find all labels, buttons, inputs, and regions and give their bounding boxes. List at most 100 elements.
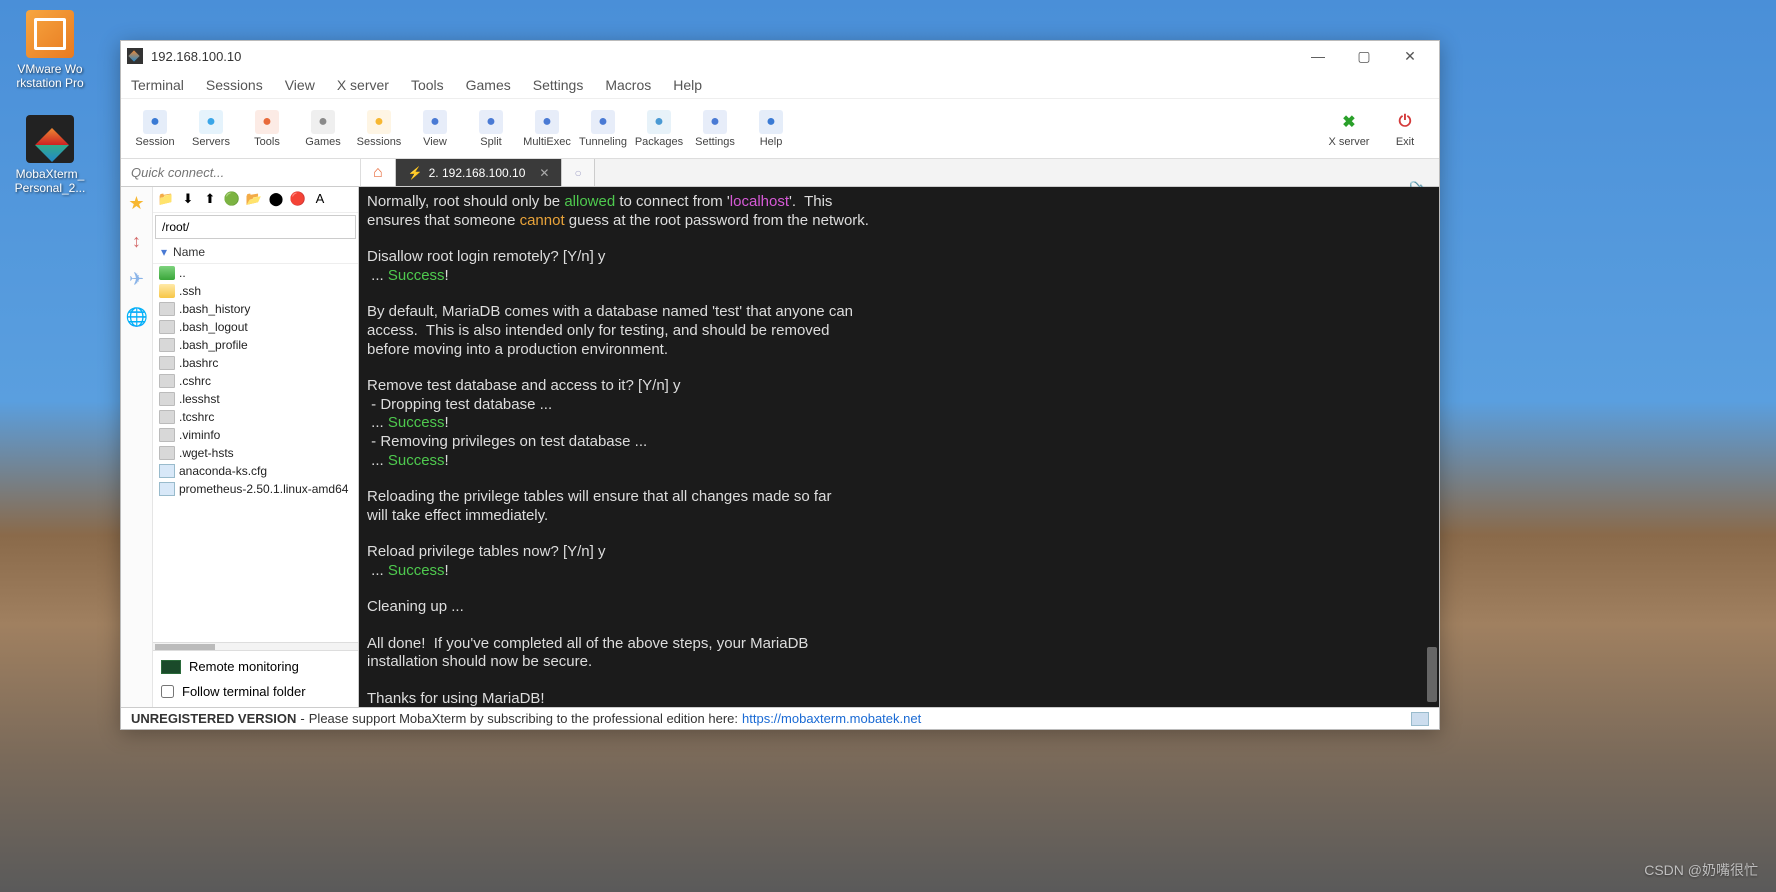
- tab-label: 2. 192.168.100.10: [429, 166, 526, 180]
- fb-item[interactable]: .lesshst: [153, 390, 358, 408]
- toolbar-view-button[interactable]: ●View: [407, 110, 463, 148]
- menubar: Terminal Sessions View X server Tools Ga…: [121, 71, 1439, 99]
- tab-home[interactable]: ⌂: [361, 159, 396, 186]
- fb-tool-icon-3[interactable]: 🟢: [223, 191, 241, 209]
- vmware-icon: [26, 10, 74, 58]
- menu-games[interactable]: Games: [466, 77, 511, 93]
- desktop-icon-label: VMware Wo rkstation Pro: [5, 62, 95, 90]
- statusbar: UNREGISTERED VERSION - Please support Mo…: [121, 707, 1439, 729]
- app-window: 192.168.100.10 — ▢ ✕ Terminal Sessions V…: [120, 40, 1440, 730]
- window-controls: — ▢ ✕: [1295, 42, 1433, 70]
- quick-connect-input[interactable]: [121, 159, 361, 186]
- desktop-icon-label: MobaXterm_ Personal_2...: [5, 167, 95, 195]
- status-monitor-icon[interactable]: [1411, 712, 1429, 726]
- file-icon: [159, 446, 175, 460]
- fb-item[interactable]: .viminfo: [153, 426, 358, 444]
- fb-item-name: .viminfo: [179, 428, 220, 442]
- fb-item[interactable]: anaconda-ks.cfg: [153, 462, 358, 480]
- fb-item-name: .bash_history: [179, 302, 250, 316]
- menu-macros[interactable]: Macros: [605, 77, 651, 93]
- menu-xserver[interactable]: X server: [337, 77, 389, 93]
- fb-item[interactable]: .bash_logout: [153, 318, 358, 336]
- main-area: ★ ↕ ✈ 🌐 📁⬇⬆🟢📂⬤🔴A ▾ Name .. .ssh .bash_hist…: [121, 187, 1439, 707]
- file-icon: [159, 338, 175, 352]
- watermark: CSDN @奶嘴很忙: [1644, 860, 1758, 880]
- fb-tool-icon-0[interactable]: 📁: [157, 191, 175, 209]
- desktop-icon-vmware[interactable]: VMware Wo rkstation Pro: [5, 10, 95, 90]
- titlebar[interactable]: 192.168.100.10 — ▢ ✕: [121, 41, 1439, 71]
- fb-item[interactable]: ..: [153, 264, 358, 282]
- file-icon: [159, 464, 175, 478]
- toolbar-multiexec-button[interactable]: ●MultiExec: [519, 110, 575, 148]
- side-globe-icon[interactable]: 🌐: [126, 307, 148, 329]
- fb-item[interactable]: .wget-hsts: [153, 444, 358, 462]
- desktop-icons: VMware Wo rkstation Pro MobaXterm_ Perso…: [5, 10, 95, 220]
- fb-item-name: .ssh: [179, 284, 201, 298]
- toolbar-games-button[interactable]: ●Games: [295, 110, 351, 148]
- close-button[interactable]: ✕: [1387, 42, 1433, 70]
- fb-tool-icon-2[interactable]: ⬆: [201, 191, 219, 209]
- tab-close-icon[interactable]: ✕: [539, 166, 549, 180]
- toolbar-xserver-button[interactable]: ✖X server: [1321, 110, 1377, 148]
- tab-session-active[interactable]: ⚡ 2. 192.168.100.10 ✕: [396, 159, 563, 186]
- file-icon: [159, 374, 175, 388]
- fb-item[interactable]: .ssh: [153, 282, 358, 300]
- toolbar-packages-button[interactable]: ●Packages: [631, 110, 687, 148]
- toolbar-exit-button[interactable]: ⏻Exit: [1377, 110, 1433, 148]
- fb-toolbar: 📁⬇⬆🟢📂⬤🔴A: [153, 187, 358, 213]
- file-icon: [159, 392, 175, 406]
- fb-item[interactable]: .bash_history: [153, 300, 358, 318]
- fb-tool-icon-4[interactable]: 📂: [245, 191, 263, 209]
- fb-tool-icon-7[interactable]: A: [311, 191, 329, 209]
- status-message: Please support MobaXterm by subscribing …: [309, 711, 738, 726]
- fb-item[interactable]: .tcshrc: [153, 408, 358, 426]
- fb-item-name: .tcshrc: [179, 410, 214, 424]
- toolbar-tools-button[interactable]: ●Tools: [239, 110, 295, 148]
- maximize-button[interactable]: ▢: [1341, 42, 1387, 70]
- side-toolbar: ★ ↕ ✈ 🌐: [121, 187, 153, 707]
- toolbar: ●Session●Servers●Tools●Games●Sessions●Vi…: [121, 99, 1439, 159]
- menu-view[interactable]: View: [285, 77, 315, 93]
- minimize-button[interactable]: —: [1295, 42, 1341, 70]
- toolbar-settings-button[interactable]: ●Settings: [687, 110, 743, 148]
- toolbar-session-button[interactable]: ●Session: [127, 110, 183, 148]
- desktop-icon-mobaxterm[interactable]: MobaXterm_ Personal_2...: [5, 115, 95, 195]
- toolbar-tunneling-button[interactable]: ●Tunneling: [575, 110, 631, 148]
- toolbar-sessions-button[interactable]: ●Sessions: [351, 110, 407, 148]
- menu-terminal[interactable]: Terminal: [131, 77, 184, 93]
- menu-tools[interactable]: Tools: [411, 77, 444, 93]
- side-plane-icon[interactable]: ✈: [126, 269, 148, 291]
- menu-settings[interactable]: Settings: [533, 77, 584, 93]
- fb-item[interactable]: prometheus-2.50.1.linux-amd64: [153, 480, 358, 498]
- fb-list: .. .ssh .bash_history .bash_logout .bash_pro…: [153, 264, 358, 642]
- follow-checkbox[interactable]: [161, 685, 174, 698]
- fb-item-name: .bashrc: [179, 356, 218, 370]
- new-tab-icon: ○: [574, 166, 581, 180]
- fb-item-name: .bash_logout: [179, 320, 248, 334]
- fb-item[interactable]: .bashrc: [153, 354, 358, 372]
- file-icon: [159, 428, 175, 442]
- remote-monitoring-button[interactable]: Remote monitoring: [161, 659, 350, 674]
- fb-header[interactable]: ▾ Name: [153, 241, 358, 264]
- folder-icon: [159, 266, 175, 280]
- remote-monitoring-label: Remote monitoring: [189, 659, 299, 674]
- folder-icon: [159, 284, 175, 298]
- toolbar-servers-button[interactable]: ●Servers: [183, 110, 239, 148]
- terminal-scrollbar[interactable]: [1427, 647, 1437, 702]
- side-arrows-icon[interactable]: ↕: [126, 231, 148, 253]
- terminal[interactable]: Normally, root should only be allowed to…: [359, 187, 1439, 707]
- fb-path-input[interactable]: [155, 215, 356, 239]
- menu-sessions[interactable]: Sessions: [206, 77, 263, 93]
- toolbar-help-button[interactable]: ●Help: [743, 110, 799, 148]
- fb-tool-icon-5[interactable]: ⬤: [267, 191, 285, 209]
- side-star-icon[interactable]: ★: [126, 193, 148, 215]
- subscribe-link[interactable]: https://mobaxterm.mobatek.net: [742, 711, 921, 726]
- fb-item[interactable]: .cshrc: [153, 372, 358, 390]
- fb-item[interactable]: .bash_profile: [153, 336, 358, 354]
- toolbar-split-button[interactable]: ●Split: [463, 110, 519, 148]
- fb-tool-icon-1[interactable]: ⬇: [179, 191, 197, 209]
- tab-new[interactable]: ○: [562, 159, 594, 186]
- menu-help[interactable]: Help: [673, 77, 702, 93]
- fb-tool-icon-6[interactable]: 🔴: [289, 191, 307, 209]
- follow-terminal-checkbox[interactable]: Follow terminal folder: [161, 684, 350, 699]
